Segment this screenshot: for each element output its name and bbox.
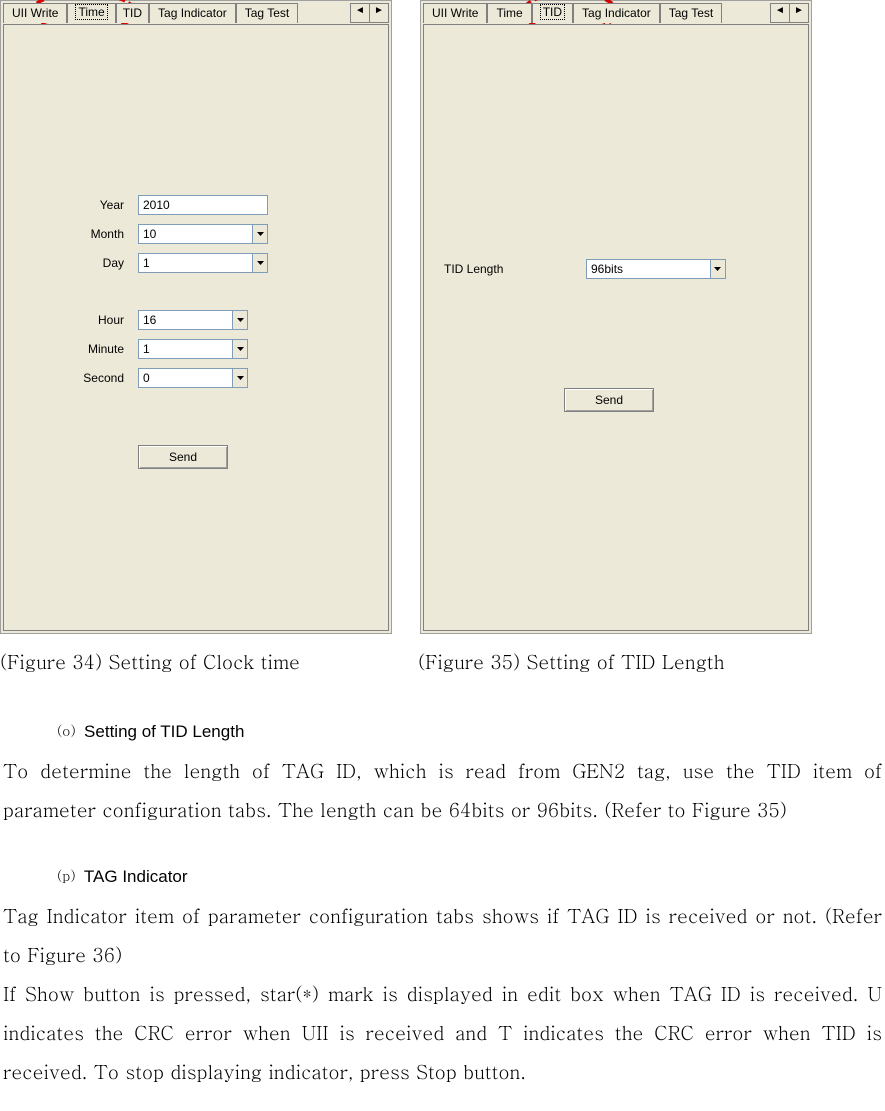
- chevron-down-icon[interactable]: [232, 369, 247, 387]
- hour-select-value[interactable]: [139, 311, 232, 329]
- tab-tag-indicator[interactable]: Tag Indicator: [573, 3, 660, 23]
- minute-label: Minute: [4, 342, 138, 356]
- year-input[interactable]: [138, 195, 268, 215]
- day-select[interactable]: [138, 253, 268, 273]
- chevron-down-icon[interactable]: [232, 311, 247, 329]
- minute-select-value[interactable]: [139, 340, 232, 358]
- chevron-down-icon[interactable]: [710, 260, 725, 278]
- month-select-value[interactable]: [139, 225, 252, 243]
- tab-uii-write[interactable]: UII Write: [3, 3, 67, 23]
- document-body: (o) Setting of TID Length To determine t…: [0, 711, 885, 1111]
- tab-tag-test[interactable]: Tag Test: [660, 3, 722, 23]
- tab-tag-indicator[interactable]: Tag Indicator: [149, 3, 236, 23]
- figure-caption-34: (Figure 34) Setting of Clock time: [0, 648, 390, 675]
- section-title-o: Setting of TID Length: [84, 722, 244, 741]
- section-p-text-2: If Show button is pressed, star(*) mark …: [3, 975, 882, 1092]
- tab-strip: UII Write Time TID Tag Indicator Tag Tes…: [423, 3, 809, 25]
- tab-scroll-left-icon[interactable]: ◄: [350, 3, 370, 23]
- time-panel: Year Month Day Hour: [3, 24, 389, 631]
- day-label: Day: [4, 256, 138, 270]
- tab-time[interactable]: Time: [487, 3, 531, 23]
- tab-scroll-right-icon[interactable]: ►: [790, 3, 809, 23]
- tid-panel: TID Length Send: [423, 24, 809, 631]
- second-select-value[interactable]: [139, 369, 232, 387]
- tab-strip: UII Write Time TID Tag Indicator Tag Tes…: [3, 3, 389, 25]
- tab-scroll-left-icon[interactable]: ◄: [770, 3, 790, 23]
- send-button[interactable]: Send: [138, 445, 228, 469]
- tid-length-select[interactable]: [586, 259, 726, 279]
- tab-tid[interactable]: TID: [532, 3, 573, 23]
- chevron-down-icon[interactable]: [252, 225, 267, 243]
- figure-caption-35: (Figure 35) Setting of TID Length: [418, 648, 725, 675]
- section-marker-p: (p): [57, 865, 76, 885]
- second-select[interactable]: [138, 368, 248, 388]
- hour-label: Hour: [4, 313, 138, 327]
- send-button[interactable]: Send: [564, 388, 654, 412]
- chevron-down-icon[interactable]: [252, 254, 267, 272]
- section-p-text-1: Tag Indicator item of parameter configur…: [3, 897, 882, 975]
- minute-select[interactable]: [138, 339, 248, 359]
- tab-tid[interactable]: TID: [116, 3, 149, 23]
- tab-uii-write[interactable]: UII Write: [423, 3, 487, 23]
- tid-settings-window: UII Write Time TID Tag Indicator Tag Tes…: [420, 0, 812, 634]
- chevron-down-icon[interactable]: [232, 340, 247, 358]
- section-o-text: To determine the length of TAG ID, which…: [3, 752, 882, 830]
- tab-tag-test[interactable]: Tag Test: [236, 3, 298, 23]
- second-label: Second: [4, 371, 138, 385]
- tid-length-select-value[interactable]: [587, 260, 710, 278]
- year-label: Year: [4, 198, 138, 212]
- day-select-value[interactable]: [139, 254, 252, 272]
- tab-time[interactable]: Time: [67, 3, 115, 23]
- month-label: Month: [4, 227, 138, 241]
- tid-length-label: TID Length: [444, 262, 586, 276]
- section-marker-o: (o): [57, 720, 76, 740]
- time-settings-window: UII Write Time TID Tag Indicator Tag Tes…: [0, 0, 392, 634]
- section-title-p: TAG Indicator: [84, 867, 188, 886]
- tab-scroll-right-icon[interactable]: ►: [370, 3, 389, 23]
- month-select[interactable]: [138, 224, 268, 244]
- hour-select[interactable]: [138, 310, 248, 330]
